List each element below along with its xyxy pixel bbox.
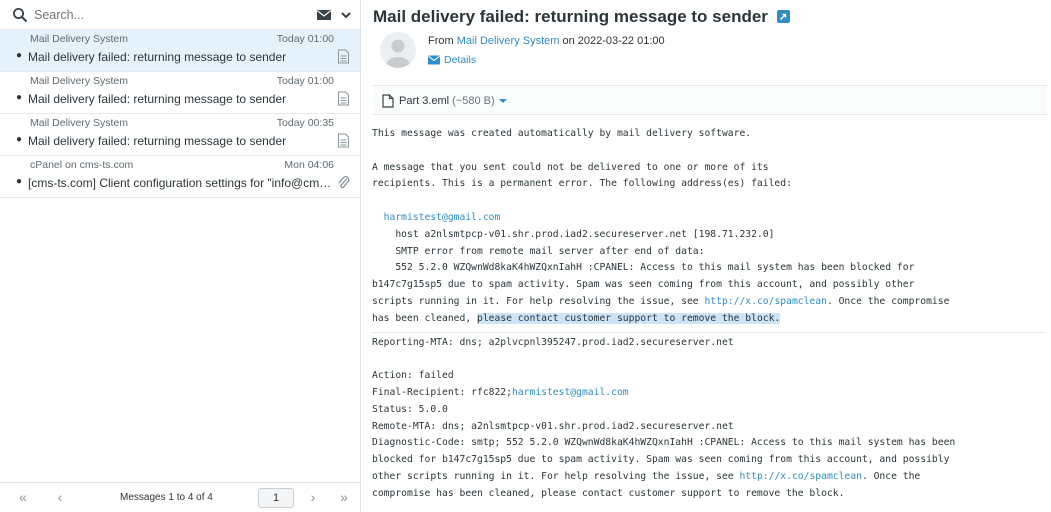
avatar bbox=[380, 32, 416, 68]
body-text-segment: scripts running in it. For help resolvin… bbox=[372, 295, 705, 307]
sent-date: on 2022-03-22 01:00 bbox=[559, 35, 665, 47]
body-line: This message was created automatically b… bbox=[372, 128, 752, 139]
attachment-bar: Part 3.eml (~580 B) bbox=[373, 85, 1047, 115]
search-input[interactable] bbox=[34, 7, 312, 22]
document-icon bbox=[338, 49, 349, 64]
pagination-bar: « ‹ Messages 1 to 4 of 4 1 › » bbox=[0, 482, 360, 512]
prev-page-button[interactable]: ‹ bbox=[45, 489, 75, 505]
user-silhouette-icon bbox=[386, 39, 410, 68]
paperclip-icon bbox=[338, 175, 350, 189]
part-divider bbox=[372, 331, 1046, 333]
unread-bullet: ● bbox=[16, 134, 23, 145]
message-sender: Mail Delivery System bbox=[30, 117, 129, 129]
body-line: harmistest@gmail.com bbox=[372, 210, 1049, 227]
message-subject: Mail delivery failed: returning message … bbox=[28, 92, 287, 106]
unread-bullet: ● bbox=[16, 92, 23, 103]
search-bar bbox=[0, 0, 360, 30]
envelope-icon[interactable] bbox=[316, 7, 332, 23]
body-line: has been cleaned, please contact custome… bbox=[372, 311, 1049, 328]
message-subject: Mail delivery failed: returning message … bbox=[28, 134, 287, 148]
body-line: A message that you sent could not be del… bbox=[372, 161, 769, 173]
message-date: Today 01:00 bbox=[276, 75, 334, 87]
message-row[interactable]: Mail Delivery System Today 01:00 ● Mail … bbox=[0, 72, 360, 114]
body-line: recipients. This is a permanent error. T… bbox=[372, 178, 792, 190]
caret-down-icon[interactable] bbox=[498, 98, 507, 104]
body-text-segment: . Once the compromise bbox=[826, 295, 950, 307]
body-line: Diagnostic-Code: smtp; 552 5.2.0 WZQwnWd… bbox=[372, 437, 956, 449]
message-subject: [cms-ts.com] Client configuration settin… bbox=[28, 176, 333, 190]
message-row[interactable]: Mail Delivery System Today 01:00 ● Mail … bbox=[0, 30, 360, 72]
body-text-segment: Final-Recipient: rfc822; bbox=[372, 386, 512, 398]
file-icon bbox=[382, 94, 394, 108]
body-line: b147c7g15sp5 due to spam activity. Spam … bbox=[372, 279, 915, 291]
unread-bullet: ● bbox=[16, 50, 23, 61]
body-line: host a2nlsmtpcp-v01.shr.prod.iad2.secure… bbox=[372, 228, 775, 240]
first-page-button[interactable]: « bbox=[8, 489, 38, 505]
next-page-button[interactable]: › bbox=[298, 489, 328, 505]
body-line: 552 5.2.0 WZQwnWd8kaK4hWZQxnIahH :CPANEL… bbox=[372, 262, 915, 274]
message-reading-pane: Mail delivery failed: returning message … bbox=[362, 0, 1051, 512]
document-icon bbox=[338, 91, 349, 106]
body-text-segment: other scripts running in it. For help re… bbox=[372, 470, 740, 482]
envelope-icon bbox=[428, 55, 440, 65]
body-line: scripts running in it. For help resolvin… bbox=[372, 294, 1049, 311]
message-row[interactable]: cPanel on cms-ts.com Mon 04:06 ● [cms-ts… bbox=[0, 156, 360, 198]
message-sender: Mail Delivery System bbox=[30, 33, 129, 45]
message-sender: cPanel on cms-ts.com bbox=[30, 159, 134, 171]
message-count-label: Messages 1 to 4 of 4 bbox=[120, 492, 213, 503]
recipient-link[interactable]: harmistest@gmail.com bbox=[512, 387, 629, 398]
body-line: other scripts running in it. For help re… bbox=[372, 469, 1049, 486]
body-line: Status: 5.0.0 bbox=[372, 403, 448, 415]
body-line: Remote-MTA: dns; a2nlsmtpcp-v01.shr.prod… bbox=[372, 420, 734, 432]
body-line: blocked for b147c7g15sp5 due to spam act… bbox=[372, 454, 950, 466]
last-page-button[interactable]: » bbox=[329, 489, 359, 505]
selected-text-highlight[interactable]: please contact customer support to remov… bbox=[476, 312, 781, 324]
body-line: Action: failed bbox=[372, 370, 454, 382]
message-row[interactable]: Mail Delivery System Today 00:35 ● Mail … bbox=[0, 114, 360, 156]
failed-address-link[interactable]: harmistest@gmail.com bbox=[384, 212, 501, 223]
attachment-size: (~580 B) bbox=[452, 95, 495, 107]
message-date: Mon 04:06 bbox=[284, 159, 334, 171]
from-line: From Mail Delivery System on 2022-03-22 … bbox=[428, 35, 665, 47]
body-line: Reporting-MTA: dns; a2plvcpnl395247.prod… bbox=[372, 336, 734, 348]
message-body: This message was created automatically b… bbox=[372, 126, 1049, 503]
body-line: Final-Recipient: rfc822;harmistest@gmail… bbox=[372, 385, 1049, 402]
chevron-down-icon[interactable] bbox=[340, 9, 352, 21]
open-external-icon[interactable] bbox=[776, 10, 790, 23]
message-title: Mail delivery failed: returning message … bbox=[373, 7, 768, 26]
document-icon bbox=[338, 133, 349, 148]
spamclean-link[interactable]: http://x.co/spamclean bbox=[739, 471, 861, 482]
spamclean-link[interactable]: http://x.co/spamclean bbox=[704, 296, 826, 307]
body-text-segment: has been cleaned, bbox=[372, 312, 477, 324]
message-date: Today 00:35 bbox=[276, 117, 334, 129]
message-sender: Mail Delivery System bbox=[30, 75, 129, 87]
body-line: SMTP error from remote mail server after… bbox=[372, 245, 705, 257]
unread-bullet: ● bbox=[16, 176, 23, 187]
body-text-segment: . Once the bbox=[861, 470, 921, 482]
details-button[interactable]: Details bbox=[428, 54, 476, 66]
page-number-input[interactable]: 1 bbox=[258, 488, 294, 508]
body-line: compromise has been cleaned, please cont… bbox=[372, 487, 845, 499]
attachment-item[interactable]: Part 3.eml (~580 B) bbox=[382, 94, 507, 108]
message-title-row: Mail delivery failed: returning message … bbox=[373, 7, 790, 27]
search-icon[interactable] bbox=[12, 7, 28, 23]
attachment-name: Part 3.eml bbox=[399, 95, 450, 107]
sender-link[interactable]: Mail Delivery System bbox=[457, 35, 560, 47]
message-list-pane: Mail Delivery System Today 01:00 ● Mail … bbox=[0, 0, 361, 512]
message-subject: Mail delivery failed: returning message … bbox=[28, 50, 287, 64]
message-date: Today 01:00 bbox=[276, 33, 334, 45]
details-label: Details bbox=[444, 54, 477, 66]
from-prefix: From bbox=[428, 35, 457, 47]
